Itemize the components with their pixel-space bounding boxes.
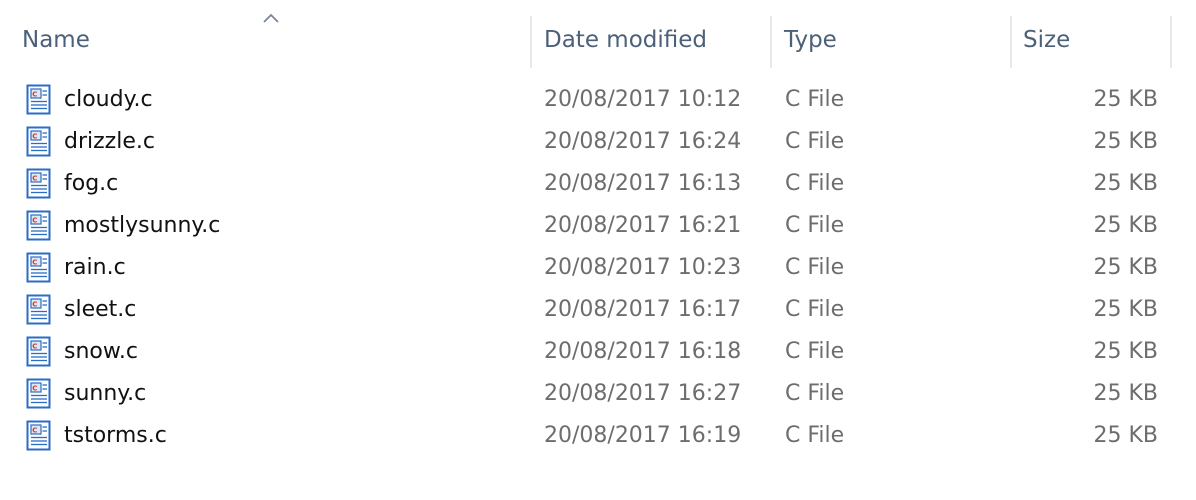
svg-text:C: C [32, 175, 37, 183]
file-name[interactable]: tstorms.c [64, 415, 167, 457]
file-list-view: Name Date modified Type Size C cloudy.c … [0, 0, 1196, 500]
file-name[interactable]: mostlysunny.c [64, 205, 220, 247]
file-type: C File [785, 171, 845, 196]
file-date-modified: 20/08/2017 16:18 [544, 339, 742, 364]
file-size: 25 KB [1093, 381, 1158, 406]
file-name[interactable]: snow.c [64, 331, 138, 373]
file-date-modified: 20/08/2017 16:24 [544, 129, 742, 154]
column-header-name[interactable]: Name [0, 0, 532, 68]
c-source-file-icon: C [26, 126, 51, 157]
column-header-size-label: Size [1023, 27, 1071, 53]
file-size: 25 KB [1093, 171, 1158, 196]
file-date-modified: 20/08/2017 16:21 [544, 213, 742, 238]
svg-text:C: C [32, 385, 37, 393]
file-type: C File [785, 423, 845, 448]
file-list: C cloudy.c 20/08/2017 10:12 C File 25 KB… [0, 79, 1196, 457]
file-row[interactable]: C fog.c 20/08/2017 16:13 C File 25 KB [0, 163, 1172, 205]
file-type: C File [785, 129, 845, 154]
c-source-file-icon: C [26, 84, 51, 115]
file-type: C File [785, 339, 845, 364]
file-row[interactable]: C sleet.c 20/08/2017 16:17 C File 25 KB [0, 289, 1172, 331]
file-row[interactable]: C cloudy.c 20/08/2017 10:12 C File 25 KB [0, 79, 1172, 121]
file-row[interactable]: C mostlysunny.c 20/08/2017 16:21 C File … [0, 205, 1172, 247]
file-type: C File [785, 213, 845, 238]
column-header-type-label: Type [784, 27, 837, 53]
chevron-up-icon [263, 13, 279, 23]
c-source-file-icon: C [26, 294, 51, 325]
file-size: 25 KB [1093, 255, 1158, 280]
file-date-modified: 20/08/2017 16:17 [544, 297, 742, 322]
c-source-file-icon: C [26, 252, 51, 283]
file-size: 25 KB [1093, 129, 1158, 154]
c-source-file-icon: C [26, 336, 51, 367]
file-type: C File [785, 255, 845, 280]
column-header-date-modified[interactable]: Date modified [532, 0, 772, 68]
c-source-file-icon: C [26, 168, 51, 199]
file-size: 25 KB [1093, 213, 1158, 238]
c-source-file-icon: C [26, 378, 51, 409]
file-date-modified: 20/08/2017 16:19 [544, 423, 742, 448]
file-row[interactable]: C drizzle.c 20/08/2017 16:24 C File 25 K… [0, 121, 1172, 163]
c-source-file-icon: C [26, 420, 51, 451]
file-size: 25 KB [1093, 339, 1158, 364]
file-date-modified: 20/08/2017 16:13 [544, 171, 742, 196]
file-name[interactable]: cloudy.c [64, 79, 153, 121]
file-size: 25 KB [1093, 423, 1158, 448]
file-type: C File [785, 381, 845, 406]
file-row[interactable]: C tstorms.c 20/08/2017 16:19 C File 25 K… [0, 415, 1172, 457]
svg-text:C: C [32, 427, 37, 435]
file-date-modified: 20/08/2017 10:12 [544, 87, 742, 112]
file-date-modified: 20/08/2017 10:23 [544, 255, 742, 280]
svg-text:C: C [32, 343, 37, 351]
svg-text:C: C [32, 217, 37, 225]
file-type: C File [785, 87, 845, 112]
file-size: 25 KB [1093, 297, 1158, 322]
column-header-date-modified-label: Date modified [544, 27, 707, 53]
file-name[interactable]: sunny.c [64, 373, 146, 415]
file-name[interactable]: drizzle.c [64, 121, 155, 163]
file-type: C File [785, 297, 845, 322]
column-header-name-label: Name [22, 27, 90, 53]
svg-text:C: C [32, 259, 37, 267]
svg-text:C: C [32, 301, 37, 309]
file-name[interactable]: rain.c [64, 247, 126, 289]
file-row[interactable]: C sunny.c 20/08/2017 16:27 C File 25 KB [0, 373, 1172, 415]
column-divider[interactable] [1170, 16, 1172, 68]
file-date-modified: 20/08/2017 16:27 [544, 381, 742, 406]
file-row[interactable]: C snow.c 20/08/2017 16:18 C File 25 KB [0, 331, 1172, 373]
svg-text:C: C [32, 133, 37, 141]
column-header-bar: Name Date modified Type Size [0, 0, 1196, 68]
file-name[interactable]: sleet.c [64, 289, 136, 331]
column-header-type[interactable]: Type [772, 0, 1012, 68]
svg-text:C: C [32, 91, 37, 99]
file-row[interactable]: C rain.c 20/08/2017 10:23 C File 25 KB [0, 247, 1172, 289]
file-size: 25 KB [1093, 87, 1158, 112]
file-name[interactable]: fog.c [64, 163, 118, 205]
c-source-file-icon: C [26, 210, 51, 241]
column-header-size[interactable]: Size [1012, 0, 1172, 68]
